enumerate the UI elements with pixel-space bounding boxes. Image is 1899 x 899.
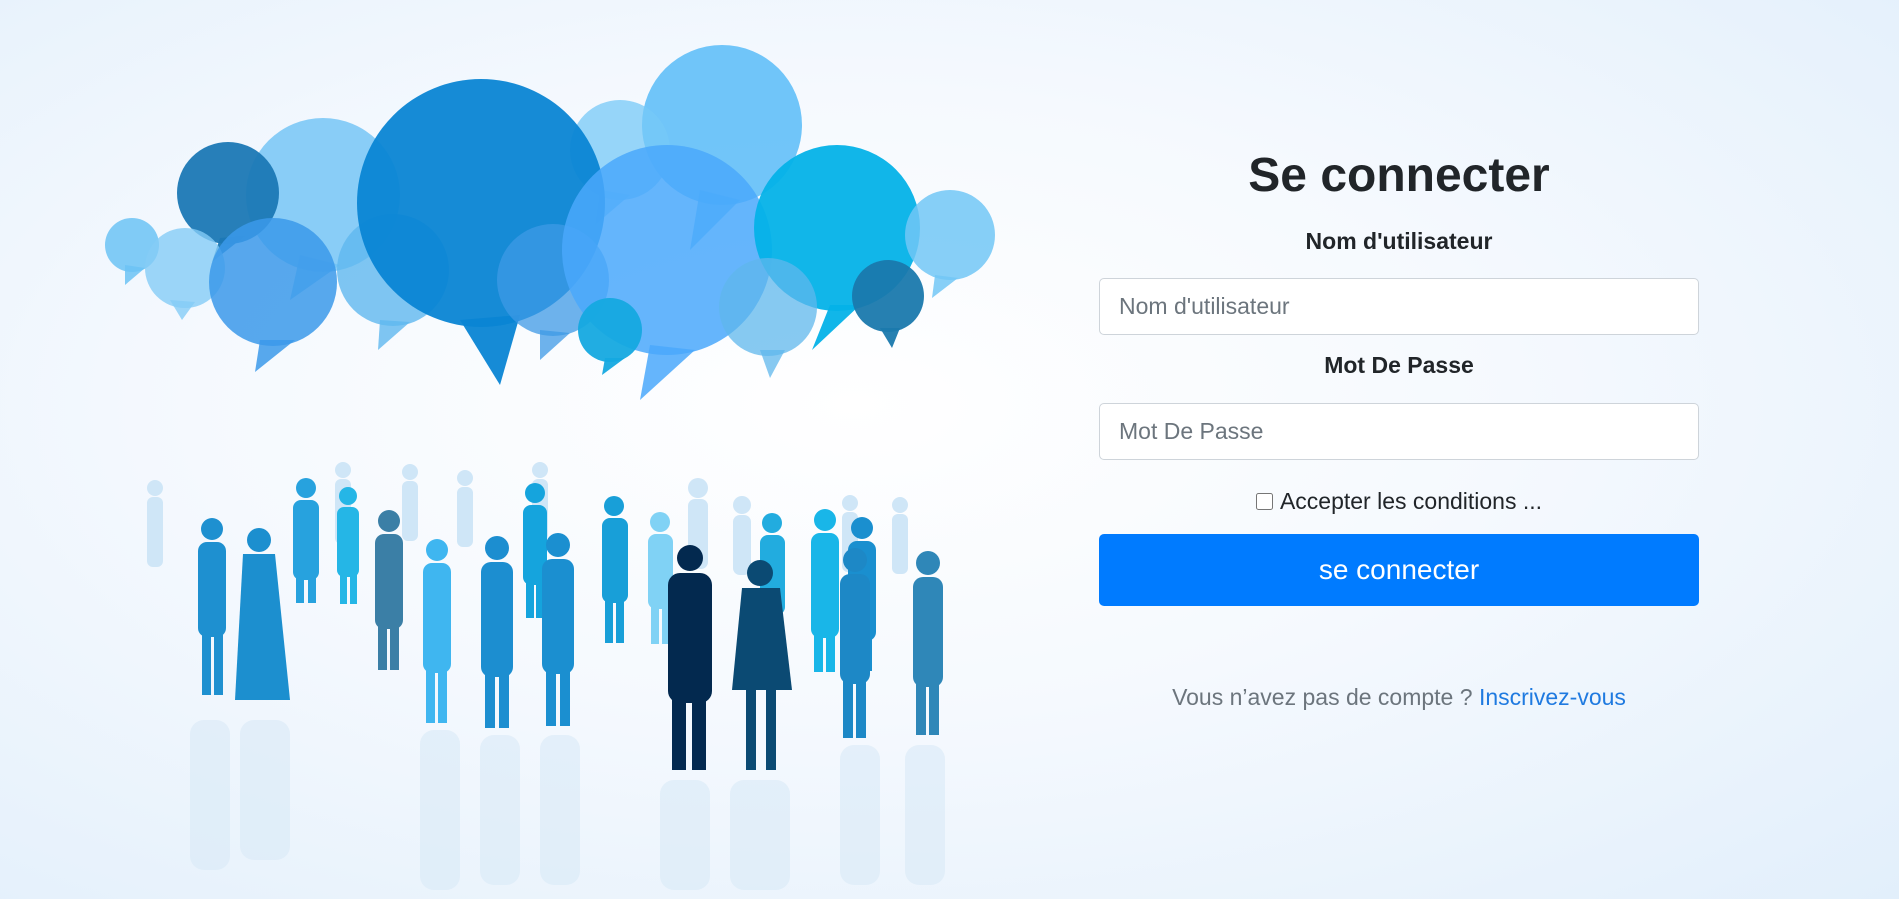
terms-checkbox[interactable] bbox=[1255, 492, 1273, 510]
person-silhouette-icon bbox=[892, 497, 908, 574]
password-input[interactable] bbox=[1099, 403, 1699, 460]
page-title: Se connecter bbox=[1248, 149, 1550, 202]
signup-row: Vous n’avez pas de compte ? Inscrivez-vo… bbox=[1099, 684, 1699, 711]
person-silhouette-icon bbox=[481, 536, 513, 728]
username-input[interactable] bbox=[1099, 278, 1699, 335]
illustration-image bbox=[105, 45, 995, 890]
person-silhouette-icon bbox=[423, 539, 451, 723]
person-silhouette-icon bbox=[913, 551, 943, 735]
login-button[interactable]: se connecter bbox=[1099, 534, 1699, 606]
person-silhouette-icon bbox=[147, 480, 163, 567]
person-silhouette-icon bbox=[733, 496, 751, 575]
speech-bubbles-group bbox=[105, 45, 995, 400]
speech-bubble-icon bbox=[209, 218, 337, 372]
login-form: Se connecter Nom d'utilisateur Mot De Pa… bbox=[1099, 140, 1699, 711]
speech-bubble-icon bbox=[578, 298, 642, 375]
person-silhouette-icon bbox=[375, 510, 403, 670]
password-label: Mot De Passe bbox=[1324, 352, 1474, 378]
person-silhouette-icon bbox=[602, 496, 628, 643]
speech-bubble-icon bbox=[719, 258, 817, 378]
crowd-reflection-group bbox=[190, 720, 945, 890]
terms-row: Accepter les conditions ... bbox=[1099, 484, 1699, 518]
person-silhouette-icon bbox=[457, 470, 473, 547]
person-silhouette-icon bbox=[840, 548, 870, 738]
person-silhouette-icon bbox=[198, 518, 226, 695]
person-silhouette-icon bbox=[811, 509, 839, 672]
person-silhouette-icon bbox=[402, 464, 418, 541]
terms-label[interactable]: Accepter les conditions ... bbox=[1280, 488, 1542, 515]
person-silhouette-icon bbox=[668, 545, 712, 770]
person-silhouette-icon bbox=[293, 478, 319, 603]
signup-link[interactable]: Inscrivez-vous bbox=[1479, 684, 1626, 710]
person-silhouette-icon bbox=[235, 528, 290, 700]
speech-bubble-icon bbox=[852, 260, 924, 348]
username-label: Nom d'utilisateur bbox=[1305, 228, 1493, 254]
person-silhouette-icon bbox=[542, 533, 574, 726]
signup-prompt: Vous n’avez pas de compte ? bbox=[1172, 684, 1479, 710]
